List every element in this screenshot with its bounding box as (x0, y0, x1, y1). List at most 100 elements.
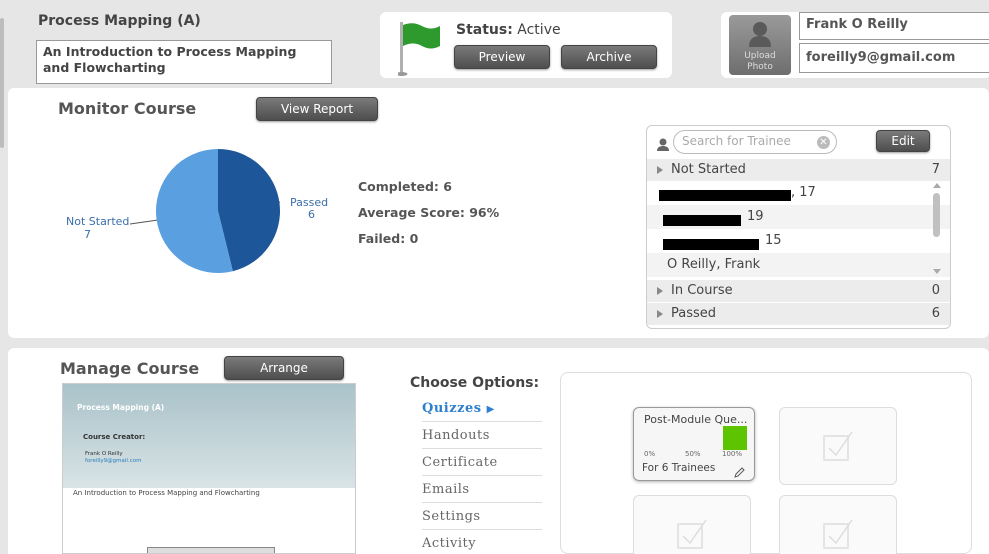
choose-options-title: Choose Options: (410, 375, 540, 391)
quiz-progress-fill (723, 426, 747, 450)
trainee-row-text: O Reilly, Frank (667, 257, 761, 272)
scroll-down-icon[interactable] (933, 269, 941, 274)
empty-quiz-slot[interactable] (779, 495, 897, 554)
chevron-right-icon (657, 309, 663, 318)
user-name: Frank O Reilly (806, 17, 908, 32)
trainee-list-scrollbar[interactable] (930, 181, 944, 277)
failed-stat: Failed: 0 (358, 231, 419, 246)
divider (422, 502, 542, 503)
divider (422, 529, 542, 530)
list-item[interactable]: , 17 (647, 181, 950, 205)
status-value: Active (517, 22, 561, 38)
checkbox-icon (823, 431, 853, 461)
scale-100: 100% (722, 450, 743, 458)
upload-photo-button[interactable]: Upload Photo (729, 15, 791, 75)
pie-value-passed: 6 (308, 208, 315, 221)
divider (422, 448, 542, 449)
redacted-name (663, 215, 741, 226)
manage-course-panel: Manage Course Arrange Process Mapping (A… (8, 348, 989, 554)
archive-button[interactable]: Archive (561, 45, 657, 69)
trainee-row-text: , 17 (791, 185, 816, 200)
page-scrollbar[interactable] (0, 18, 4, 148)
redacted-name (663, 239, 759, 250)
preview-creator-email: foreilly9@gmail.com (85, 458, 142, 464)
group-label: Passed (671, 306, 717, 321)
trainee-search-input[interactable]: Search for Trainee ✕ (673, 130, 837, 154)
monitor-course-panel: Monitor Course View Report Not Started 7… (8, 88, 989, 338)
group-count: 7 (931, 162, 940, 177)
trainee-row-text: 15 (765, 233, 782, 248)
empty-quiz-slot[interactable] (633, 495, 751, 554)
trainee-row-text: 19 (747, 209, 764, 224)
user-name-field[interactable]: Frank O Reilly (799, 12, 989, 40)
group-count: 0 (931, 283, 940, 298)
group-not-started[interactable]: Not Started 7 (647, 159, 950, 181)
quiz-card[interactable]: Post-Module Que... 0% 50% 100% For 6 Tra… (633, 407, 755, 481)
option-handouts[interactable]: Handouts (422, 428, 532, 443)
preview-button-stub (147, 547, 275, 553)
average-score-stat: Average Score: 96% (358, 205, 500, 220)
edit-trainees-button[interactable]: Edit (876, 130, 930, 152)
group-in-course[interactable]: In Course 0 (647, 280, 950, 302)
photo-label: Photo (747, 62, 773, 72)
option-settings[interactable]: Settings (422, 509, 532, 524)
group-passed[interactable]: Passed 6 (647, 303, 950, 325)
arrange-button[interactable]: Arrange (224, 356, 344, 380)
option-emails[interactable]: Emails (422, 482, 532, 497)
preview-description: An Introduction to Process Mapping and F… (73, 489, 260, 497)
pie-leader-not-started (129, 219, 159, 225)
flag-icon (395, 20, 442, 80)
empty-quiz-slot[interactable] (779, 407, 897, 485)
user-email: foreilly9@gmail.com (806, 50, 956, 65)
user-avatar-icon (749, 21, 771, 51)
course-title: Process Mapping (A) (38, 13, 201, 29)
course-preview-card[interactable]: Process Mapping (A) Course Creator: Fran… (62, 383, 356, 554)
option-certificate[interactable]: Certificate (422, 455, 532, 470)
checkbox-icon (677, 519, 707, 549)
course-description-field[interactable]: An Introduction to Process Mapping and F… (36, 40, 332, 84)
scale-0: 0% (644, 450, 656, 458)
user-email-field[interactable]: foreilly9@gmail.com (799, 43, 989, 73)
divider (422, 475, 542, 476)
user-panel: Upload Photo Frank O Reilly foreilly9@gm… (721, 12, 989, 78)
arrow-right-icon: ▶ (486, 404, 495, 415)
option-quizzes[interactable]: Quizzes ▶ (422, 401, 532, 416)
checkbox-icon (823, 519, 853, 549)
pie-value-not-started: 7 (84, 228, 91, 241)
clear-search-icon[interactable]: ✕ (817, 136, 830, 149)
preview-creator-label: Course Creator: (83, 433, 146, 441)
options-content-panel: Post-Module Que... 0% 50% 100% For 6 Tra… (560, 372, 972, 554)
status-label: Status: (456, 22, 513, 38)
option-activity[interactable]: Activity (422, 536, 532, 551)
person-icon (657, 136, 669, 155)
quiz-progress-bar (723, 426, 747, 450)
scroll-thumb[interactable] (933, 193, 940, 237)
status-text: Status: Active (456, 22, 561, 38)
group-label: Not Started (671, 162, 746, 177)
group-count: 6 (931, 306, 940, 321)
preview-title: Process Mapping (A) (77, 403, 165, 412)
quiz-title: Post-Module Que... (644, 413, 748, 426)
pie-chart: Not Started 7 Passed 6 (66, 149, 328, 273)
quiz-trainees: For 6 Trainees (642, 462, 716, 474)
completed-stat: Completed: 6 (358, 179, 452, 194)
chevron-right-icon (657, 165, 663, 174)
redacted-name (659, 190, 791, 201)
pencil-icon[interactable] (734, 463, 746, 482)
course-info-panel: Process Mapping (A) An Introduction to P… (6, 8, 368, 84)
divider (422, 421, 542, 422)
list-item[interactable]: 19 (647, 205, 950, 229)
scale-50: 50% (685, 450, 701, 458)
list-item[interactable]: 15 (647, 229, 950, 253)
pie-slices (155, 149, 280, 273)
search-placeholder: Search for Trainee (682, 134, 791, 148)
preview-button[interactable]: Preview (454, 45, 550, 69)
course-description: An Introduction to Process Mapping and F… (43, 44, 297, 75)
chevron-right-icon (657, 286, 663, 295)
trainee-list-panel: Search for Trainee ✕ Edit Not Started 7 … (646, 125, 951, 329)
scroll-up-icon[interactable] (933, 183, 941, 188)
option-label: Quizzes (422, 401, 482, 416)
group-label: In Course (671, 283, 733, 298)
preview-creator-name: Frank O Reilly (85, 451, 123, 457)
list-item[interactable]: O Reilly, Frank (647, 253, 950, 277)
